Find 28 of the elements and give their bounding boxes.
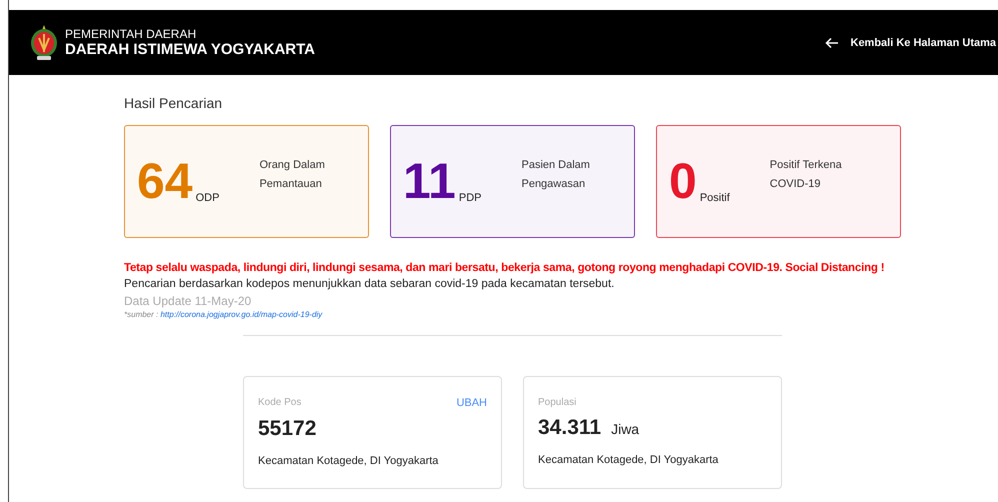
stat-value: 64 xyxy=(137,156,193,206)
header-title: DAERAH ISTIMEWA YOGYAKARTA xyxy=(65,41,316,58)
change-link[interactable]: UBAH xyxy=(456,397,487,409)
section-title: Hasil Pencarian xyxy=(124,95,224,111)
source-link[interactable]: http://corona.jogjaprov.go.id/map-covid-19-diy xyxy=(160,310,322,319)
description-text: Pencarian berdasarkan kodepos menunjukkan data sebaran covid-19 pada kecamatan tersebut. xyxy=(124,278,616,290)
info-location: Kecamatan Kotagede, DI Yogyakarta xyxy=(538,454,720,466)
update-date: Data Update 11-May-20 xyxy=(124,294,252,308)
stat-value: 0 xyxy=(669,156,697,206)
info-label: Populasi xyxy=(538,397,576,408)
info-unit: Jiwa xyxy=(611,421,640,437)
stat-unit: ODP xyxy=(196,192,220,204)
stat-label: Positif Terkena COVID-19 xyxy=(770,158,843,192)
stat-label: Orang Dalam Pemantauan xyxy=(259,158,326,192)
emblem-icon xyxy=(29,24,59,62)
back-arrow-icon xyxy=(824,36,838,48)
warning-text: Tetap selalu waspada, lindungi diri, lindungi sesama, dan mari bersatu, bekerja sama, gotong royong menghadapi COVID-19. Social Distancing ! xyxy=(124,262,886,274)
stat-unit: PDP xyxy=(458,192,482,204)
stat-label: Pasien Dalam Pengawasan xyxy=(521,158,591,192)
info-value: 34.311 xyxy=(538,416,602,440)
info-label: Kode Pos xyxy=(258,397,302,409)
header-subtitle: PEMERINTAH DAERAH xyxy=(65,27,198,41)
source-label: *sumber : xyxy=(124,310,158,319)
info-location: Kecamatan Kotagede, DI Yogyakarta xyxy=(258,455,440,467)
info-value: 55172 xyxy=(258,417,316,441)
stat-unit: Positif xyxy=(700,192,730,204)
back-link[interactable]: Kembali Ke Halaman Utama xyxy=(824,36,998,48)
stat-value: 11 xyxy=(403,156,456,206)
